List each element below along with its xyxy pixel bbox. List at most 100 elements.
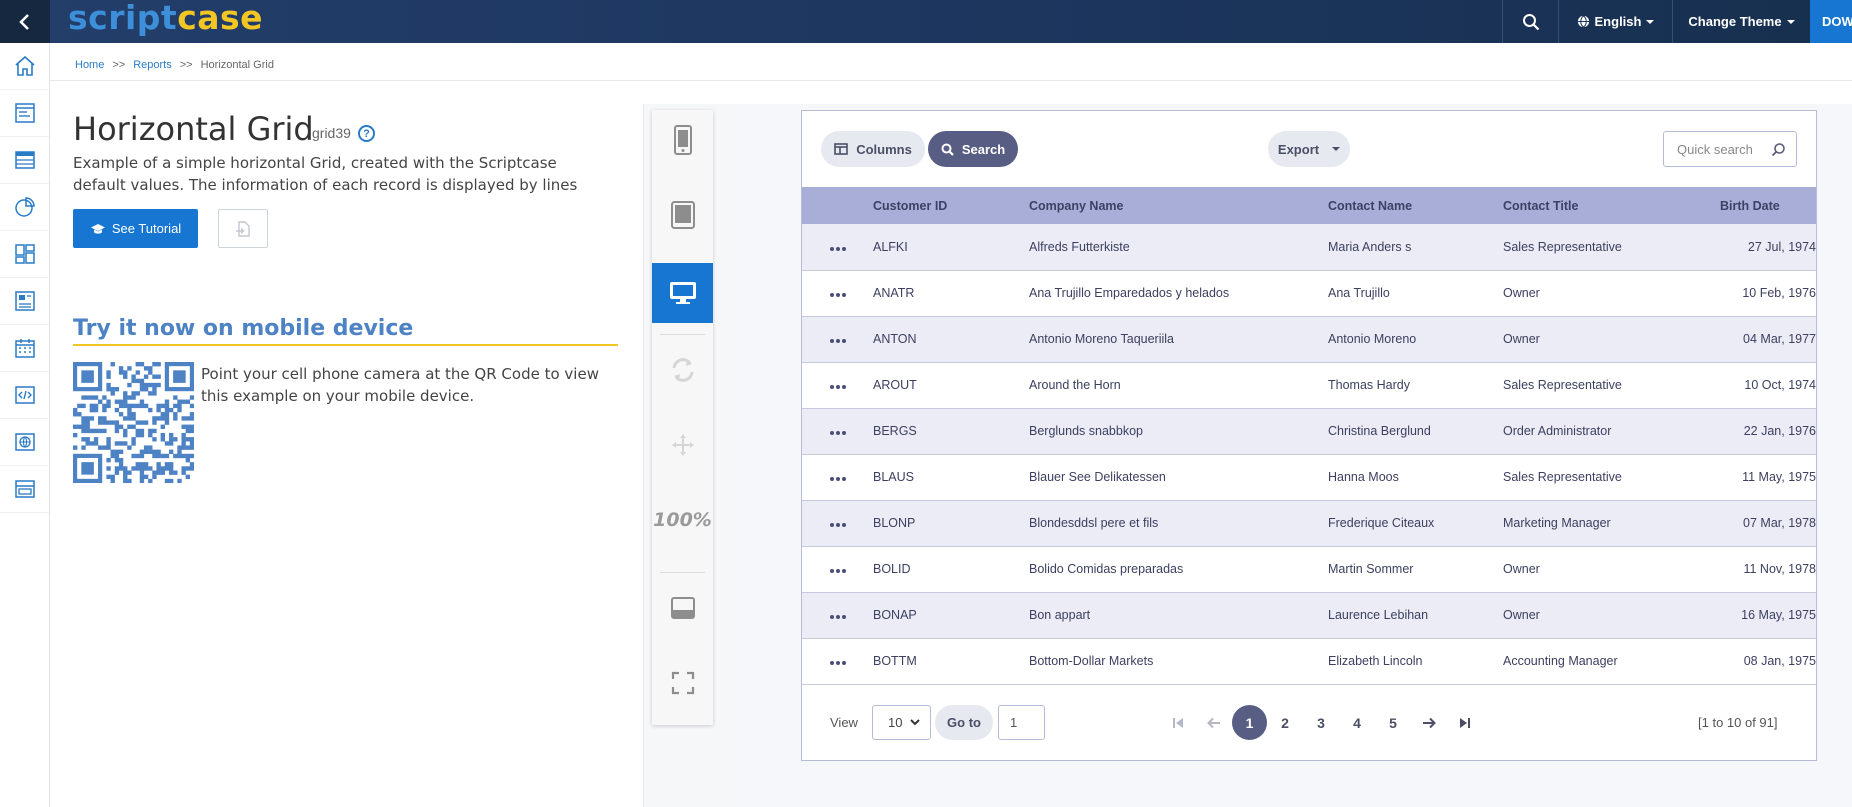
breadcrumb-current: Horizontal Grid xyxy=(200,59,274,71)
see-tutorial-button[interactable]: See Tutorial xyxy=(73,209,198,248)
row-actions-button[interactable] xyxy=(802,408,873,455)
page-number-button[interactable]: 3 xyxy=(1303,705,1339,740)
column-header-customer-id[interactable]: Customer ID xyxy=(873,187,1029,224)
row-actions-button[interactable] xyxy=(802,454,873,501)
table-row[interactable]: BLONP Blondesddsl pere et fils Frederique … xyxy=(802,500,1816,547)
refresh-icon xyxy=(672,358,693,382)
tablet-view-button[interactable] xyxy=(652,185,713,245)
cell-birth-date: 07 Mar, 1978 xyxy=(1697,500,1816,547)
row-actions-button[interactable] xyxy=(802,500,873,547)
back-button[interactable] xyxy=(0,0,50,43)
help-icon[interactable]: ? xyxy=(358,125,375,142)
sidebar-item-forms[interactable] xyxy=(0,90,49,137)
web-globe-icon xyxy=(14,433,35,451)
cell-company-name: Berglunds snabbkop xyxy=(1029,408,1328,455)
sidebar-item-web[interactable] xyxy=(0,419,49,466)
sidebar-item-calendar[interactable] xyxy=(0,325,49,372)
cell-birth-date: 22 Jan, 1976 xyxy=(1697,408,1816,455)
row-actions-button[interactable] xyxy=(802,592,873,639)
table-row[interactable]: AROUT Around the Horn Thomas Hardy Sales Re… xyxy=(802,362,1816,409)
row-actions-button[interactable] xyxy=(802,270,873,317)
table-row[interactable]: ALFKI Alfreds Futterkiste Maria Anders s Sa… xyxy=(802,224,1816,271)
export-dropdown[interactable]: Export xyxy=(1268,131,1350,167)
qr-code-image xyxy=(73,362,194,483)
cell-company-name: Bolido Comidas preparadas xyxy=(1029,546,1328,593)
chevron-down-icon xyxy=(1332,147,1341,151)
mobile-view-button[interactable] xyxy=(652,110,713,170)
cell-contact-title: Order Administrator xyxy=(1503,408,1697,455)
table-row[interactable]: ANATR Ana Trujillo Emparedados y helados A… xyxy=(802,270,1816,317)
move-button[interactable] xyxy=(652,415,713,475)
go-to-button[interactable]: Go to xyxy=(935,705,993,740)
row-actions-button[interactable] xyxy=(802,224,873,271)
more-horizontal-icon xyxy=(829,431,846,435)
columns-icon xyxy=(834,143,848,155)
sidebar-item-layout[interactable] xyxy=(0,466,49,513)
sidebar-item-grids[interactable] xyxy=(0,137,49,184)
page-number-button[interactable]: 4 xyxy=(1339,705,1375,740)
desktop-view-button[interactable] xyxy=(652,263,713,323)
left-sidebar xyxy=(0,43,50,807)
quick-search-input[interactable] xyxy=(1677,141,1767,157)
grid-icon xyxy=(14,151,35,169)
column-header-contact-title[interactable]: Contact Title xyxy=(1503,187,1697,224)
page-number-button[interactable]: 1 xyxy=(1232,705,1267,740)
table-row[interactable]: BOTTM Bottom-Dollar Markets Elizabeth Linc… xyxy=(802,638,1816,685)
sidebar-item-code[interactable] xyxy=(0,372,49,419)
rotate-button[interactable] xyxy=(652,340,713,400)
search-icon xyxy=(1522,13,1539,30)
cell-contact-title: Owner xyxy=(1503,546,1697,593)
sidebar-item-home[interactable] xyxy=(0,43,49,90)
rows-per-page-select[interactable]: 10 xyxy=(872,705,931,740)
cell-birth-date: 16 May, 1975 xyxy=(1697,592,1816,639)
dock-bottom-button[interactable] xyxy=(652,578,713,638)
fullscreen-button[interactable] xyxy=(652,653,713,713)
scriptcase-logo[interactable]: scriptcase xyxy=(68,0,263,37)
column-header-contact-name[interactable]: Contact Name xyxy=(1328,187,1503,224)
table-row[interactable]: BLAUS Blauer See Delikatessen Hanna Moos Sa… xyxy=(802,454,1816,501)
sidebar-item-dashboards[interactable] xyxy=(0,231,49,278)
row-actions-button[interactable] xyxy=(802,638,873,685)
cell-contact-title: Owner xyxy=(1503,270,1697,317)
language-dropdown[interactable]: English xyxy=(1558,0,1672,43)
previous-page-button[interactable] xyxy=(1196,705,1232,740)
last-page-button[interactable] xyxy=(1447,705,1483,740)
download-app-button[interactable] xyxy=(218,209,268,248)
row-actions-button[interactable] xyxy=(802,362,873,409)
monitor-icon xyxy=(669,282,696,304)
cell-contact-title: Owner xyxy=(1503,592,1697,639)
sidebar-item-charts[interactable] xyxy=(0,184,49,231)
sidebar-item-reports[interactable] xyxy=(0,278,49,325)
page-description: Example of a simple horizontal Grid, cre… xyxy=(73,154,578,194)
search-button[interactable]: Search xyxy=(928,131,1018,167)
row-actions-button[interactable] xyxy=(802,316,873,363)
next-page-button[interactable] xyxy=(1411,705,1447,740)
home-icon xyxy=(14,55,35,76)
first-page-button[interactable] xyxy=(1160,705,1196,740)
chevron-down-icon xyxy=(1786,19,1795,24)
top-search-button[interactable] xyxy=(1502,0,1558,43)
column-header-company-name[interactable]: Company Name xyxy=(1029,187,1328,224)
table-row[interactable]: BOLID Bolido Comidas preparadas Martin Som… xyxy=(802,546,1816,593)
breadcrumb-home[interactable]: Home xyxy=(75,59,104,71)
search-icon[interactable] xyxy=(1771,142,1786,157)
search-icon xyxy=(941,143,954,156)
breadcrumb-reports[interactable]: Reports xyxy=(133,59,172,71)
panel-bottom-icon xyxy=(670,597,695,619)
page-number-button[interactable]: 2 xyxy=(1267,705,1303,740)
row-actions-button[interactable] xyxy=(802,546,873,593)
table-row[interactable]: BONAP Bon appart Laurence Lebihan Owner 16 M… xyxy=(802,592,1816,639)
top-bar: scriptcase English Change Theme DOW xyxy=(0,0,1852,43)
table-row[interactable]: ANTON Antonio Moreno Taqueriila Antonio Mo… xyxy=(802,316,1816,363)
records-table: Customer ID Company Name Contact Name Co… xyxy=(802,187,1816,685)
page-number-button[interactable]: 5 xyxy=(1375,705,1411,740)
columns-button[interactable]: Columns xyxy=(821,131,925,167)
view-label: View xyxy=(830,715,858,730)
column-header-birth-date[interactable]: Birth Date xyxy=(1697,187,1816,224)
table-row[interactable]: BERGS Berglunds snabbkop Christina Berglun… xyxy=(802,408,1816,455)
change-theme-dropdown[interactable]: Change Theme xyxy=(1672,0,1810,43)
cell-customer-id: BERGS xyxy=(873,408,1029,455)
download-button[interactable]: DOW xyxy=(1810,0,1852,43)
go-to-page-input[interactable]: 1 xyxy=(998,705,1045,740)
zoom-level-button[interactable]: 100% xyxy=(652,490,713,550)
